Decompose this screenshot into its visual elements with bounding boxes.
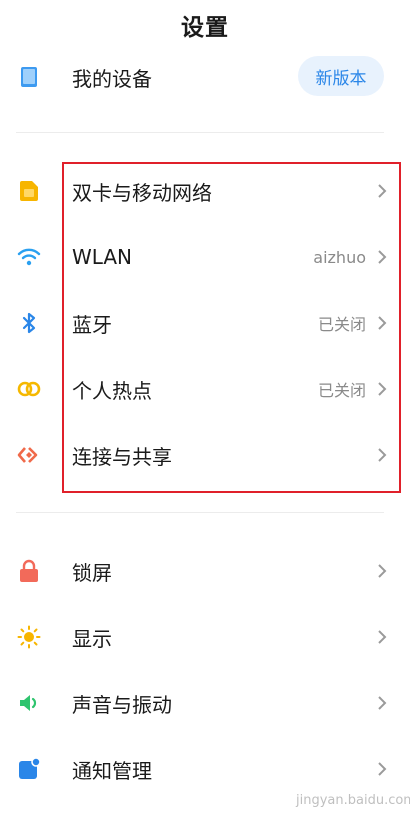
- lock-icon: [16, 558, 42, 584]
- my-device-label: 我的设备: [72, 66, 152, 91]
- divider: [16, 132, 384, 133]
- page-title: 设置: [181, 15, 229, 41]
- share-icon: [16, 442, 42, 468]
- divider: [16, 512, 384, 513]
- display-item[interactable]: 显示: [0, 612, 410, 662]
- phone-icon: [16, 64, 42, 90]
- bluetooth-icon: [16, 310, 42, 336]
- chevron-right-icon: [374, 629, 390, 645]
- sim-card-icon: [16, 178, 42, 204]
- notification-icon: [16, 756, 42, 782]
- lock-screen-item[interactable]: 锁屏: [0, 546, 410, 596]
- chevron-right-icon: [374, 563, 390, 579]
- speaker-icon: [16, 690, 42, 716]
- hotspot-icon: [16, 376, 42, 402]
- wifi-icon: [16, 244, 42, 270]
- display-label: 显示: [72, 626, 112, 651]
- sound-vibration-label: 声音与振动: [72, 692, 172, 717]
- highlight-box: [62, 162, 401, 493]
- sound-vibration-item[interactable]: 声音与振动: [0, 678, 410, 728]
- sun-icon: [16, 624, 42, 650]
- new-version-badge[interactable]: 新版本: [298, 56, 384, 96]
- chevron-right-icon: [374, 695, 390, 711]
- notification-label: 通知管理: [72, 758, 152, 783]
- chevron-right-icon: [374, 761, 390, 777]
- baidu-jingyan-watermark: jingyan.baidu.com: [292, 786, 410, 814]
- watermark-text: jingyan.baidu.com: [296, 792, 410, 808]
- lock-screen-label: 锁屏: [72, 560, 112, 585]
